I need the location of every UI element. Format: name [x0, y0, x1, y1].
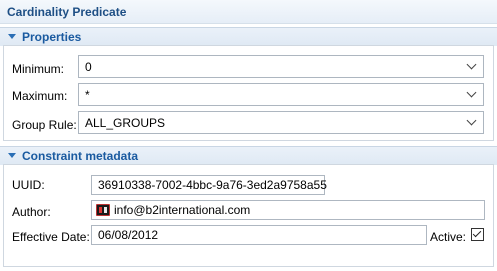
active-label: Active:	[430, 230, 467, 244]
page-title: Cardinality Predicate	[7, 5, 127, 19]
maximum-label: Maximum:	[12, 89, 68, 103]
minimum-value: 0	[85, 60, 92, 74]
group-rule-combo[interactable]: ALL_GROUPS	[78, 111, 484, 134]
metadata-section-header[interactable]: Constraint metadata	[0, 146, 497, 165]
maximum-combo[interactable]: *	[78, 83, 484, 106]
author-logo-icon	[96, 204, 110, 216]
active-checkbox[interactable]	[471, 228, 484, 241]
maximum-value: *	[85, 88, 90, 102]
minimum-combo[interactable]: 0	[78, 55, 484, 78]
minimum-label: Minimum:	[12, 62, 65, 76]
uuid-value: 36910338-7002-4bbc-9a76-3ed2a9758a55	[98, 178, 327, 192]
chevron-down-icon[interactable]	[466, 115, 477, 126]
effective-date-value: 06/08/2012	[98, 228, 159, 242]
expand-twisty-icon[interactable]	[8, 34, 16, 39]
expand-twisty-icon[interactable]	[8, 153, 16, 158]
uuid-label: UUID:	[12, 178, 45, 192]
chevron-down-icon[interactable]	[466, 87, 477, 98]
author-value: info@b2international.com	[114, 203, 251, 217]
author-label: Author:	[12, 205, 51, 219]
properties-section-title: Properties	[22, 30, 82, 44]
group-rule-value: ALL_GROUPS	[85, 116, 166, 130]
uuid-field[interactable]: 36910338-7002-4bbc-9a76-3ed2a9758a55	[91, 175, 327, 195]
editor-title-bar: Cardinality Predicate	[0, 0, 497, 24]
effective-date-label: Effective Date:	[12, 230, 90, 244]
author-field[interactable]: info@b2international.com	[91, 200, 485, 220]
chevron-down-icon[interactable]	[466, 59, 477, 70]
properties-section-header[interactable]: Properties	[0, 27, 497, 46]
effective-date-field[interactable]: 06/08/2012	[91, 225, 427, 245]
checkmark-icon	[472, 228, 482, 238]
group-rule-label: Group Rule:	[12, 118, 77, 132]
metadata-section-title: Constraint metadata	[22, 149, 139, 163]
